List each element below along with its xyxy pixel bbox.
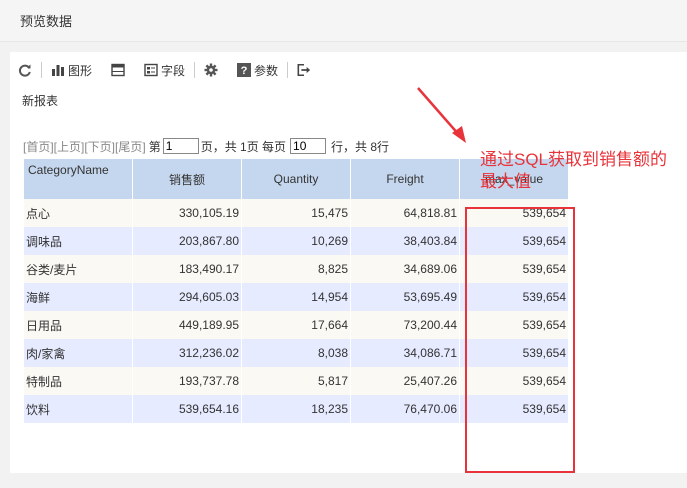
rows-suffix: 行，共 8行	[331, 139, 390, 154]
svg-text:?: ?	[241, 65, 248, 77]
first-page-link[interactable]: [首页]	[23, 138, 54, 155]
settings-button[interactable]	[204, 63, 218, 77]
refresh-icon	[19, 64, 31, 77]
annotation-line: 通过SQL获取到销售额的	[480, 150, 668, 169]
table-cell: 34,086.71	[350, 339, 460, 367]
toolbar-spacer	[134, 62, 135, 78]
table-cell: 183,490.17	[132, 255, 242, 283]
exit-icon	[297, 63, 311, 77]
column-header[interactable]: 销售额	[132, 159, 242, 199]
table-cell: 15,475	[241, 199, 351, 227]
table-cell: 203,867.80	[132, 227, 242, 255]
table-cell: 294,605.03	[132, 283, 242, 311]
table-cell: 38,403.84	[350, 227, 460, 255]
table-cell: 日用品	[24, 311, 133, 339]
next-page-link[interactable]: [下页]	[84, 138, 115, 155]
annotation-line: 最大值	[480, 172, 531, 191]
highlight-box	[465, 207, 575, 473]
window-title: 预览数据	[20, 14, 73, 29]
table-cell: 312,236.02	[132, 339, 242, 367]
table-icon	[111, 63, 125, 77]
table-cell: 25,407.26	[350, 367, 460, 395]
fields-button[interactable]: 字段	[144, 62, 185, 79]
table-cell: 调味品	[24, 227, 133, 255]
table-cell: 193,737.78	[132, 367, 242, 395]
fields-label: 字段	[161, 63, 186, 78]
toolbar-divider	[194, 62, 196, 78]
table-cell: 8,825	[241, 255, 351, 283]
column-header[interactable]: CategoryName	[24, 159, 133, 199]
toolbar: 图形 字段 ? 参数	[18, 60, 311, 80]
table-cell: 73,200.44	[350, 311, 460, 339]
table-cell: 330,105.19	[132, 199, 242, 227]
rows-per-page-input[interactable]	[290, 138, 327, 154]
table-cell: 53,695.49	[350, 283, 460, 311]
help-icon: ?	[237, 63, 252, 77]
table-cell: 64,818.81	[350, 199, 460, 227]
toolbar-spacer	[227, 62, 228, 78]
column-header[interactable]: Quantity	[241, 159, 351, 199]
chart-button[interactable]: 图形	[51, 62, 92, 79]
table-cell: 17,664	[241, 311, 351, 339]
toolbar-divider	[287, 62, 289, 78]
bar-chart-icon	[52, 65, 64, 76]
params-button[interactable]: ? 参数	[237, 62, 278, 79]
gear-icon	[204, 63, 218, 77]
table-cell: 饮料	[24, 395, 133, 423]
export-button[interactable]	[297, 63, 311, 77]
column-header[interactable]: Freight	[350, 159, 460, 199]
chart-label: 图形	[68, 63, 93, 78]
prev-page-link[interactable]: [上页]	[54, 138, 85, 155]
table-cell: 10,269	[241, 227, 351, 255]
table-cell: 449,189.95	[132, 311, 242, 339]
table-cell: 18,235	[241, 395, 351, 423]
table-cell: 特制品	[24, 367, 133, 395]
title-bar: 预览数据	[0, 0, 687, 42]
table-cell: 8,038	[241, 339, 351, 367]
table-cell: 点心	[24, 199, 133, 227]
params-label: 参数	[254, 63, 279, 78]
page-prefix: 第	[148, 139, 161, 154]
table-cell: 76,470.06	[350, 395, 460, 423]
table-cell: 14,954	[241, 283, 351, 311]
toolbar-divider	[41, 62, 42, 78]
table-cell: 肉/家禽	[24, 339, 133, 367]
table-cell: 谷类/麦片	[24, 255, 133, 283]
preview-panel: 图形 字段 ? 参数 新报表 [首页] [上页] [下页] [尾页] 第 1 页…	[10, 52, 687, 473]
last-page-link[interactable]: [尾页]	[115, 138, 146, 155]
table-cell: 5,817	[241, 367, 351, 395]
fields-icon	[144, 63, 158, 77]
layout-button[interactable]	[111, 63, 125, 77]
table-cell: 539,654.16	[132, 395, 242, 423]
report-name: 新报表	[22, 94, 59, 108]
page-suffix: 页，共 1页 每页	[200, 139, 287, 154]
refresh-button[interactable]	[18, 63, 32, 77]
toolbar-spacer	[101, 62, 102, 78]
table-cell: 34,689.06	[350, 255, 460, 283]
page-number-input[interactable]	[162, 138, 199, 154]
table-cell: 海鲜	[24, 283, 133, 311]
annotation-text: 通过SQL获取到销售额的 最大值	[480, 149, 667, 193]
pagination-bar: [首页] [上页] [下页] [尾页] 第 页，共 1页 每页 行，共 8行	[23, 136, 389, 156]
